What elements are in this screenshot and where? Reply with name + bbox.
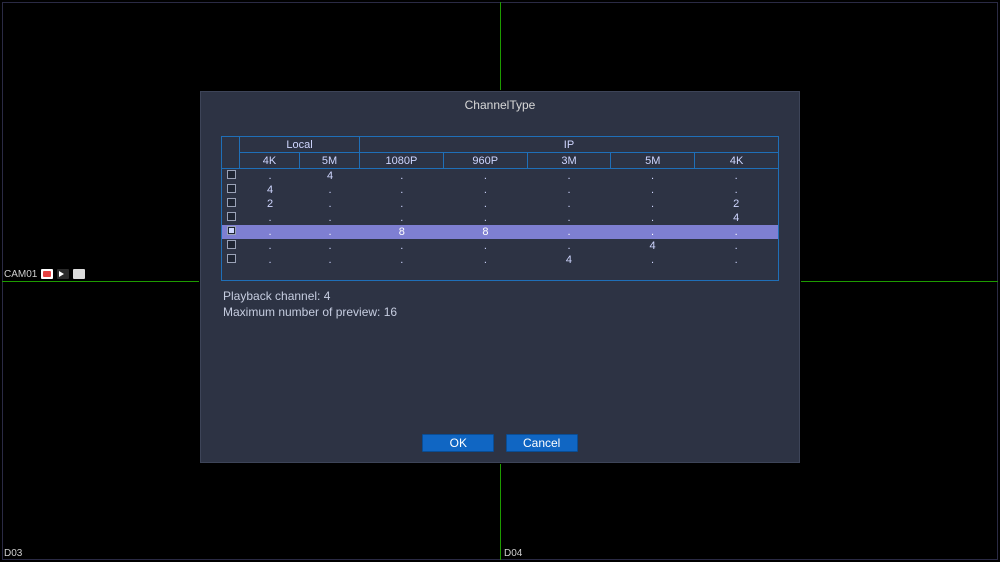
camera-label-bottom-left: D03	[4, 548, 22, 559]
table-cell: .	[444, 211, 528, 225]
table-cell: .	[611, 183, 695, 197]
record-icon	[41, 269, 53, 279]
col-960p: 960P	[443, 153, 527, 169]
table-cell: 2	[240, 197, 300, 211]
table-cell: .	[694, 183, 778, 197]
table-cell: .	[611, 211, 695, 225]
playback-channel-info: Playback channel: 4	[223, 289, 777, 303]
table-cell: .	[360, 183, 444, 197]
col-3m: 3M	[527, 153, 611, 169]
table-row[interactable]: ..88...	[222, 225, 778, 239]
info-lines: Playback channel: 4 Maximum number of pr…	[223, 289, 777, 319]
table-cell: 8	[360, 225, 444, 239]
table-cell: .	[300, 183, 360, 197]
table-cell: .	[240, 211, 300, 225]
table-cell: .	[694, 225, 778, 239]
table-cell: .	[300, 211, 360, 225]
row-checkbox[interactable]	[227, 226, 236, 235]
table-cell: .	[240, 225, 300, 239]
camera-icon	[73, 269, 85, 279]
camera-label-bottom-right: D04	[504, 548, 522, 559]
table-cell: .	[611, 253, 695, 267]
col-4k-ip: 4K	[695, 153, 779, 169]
table-cell: .	[527, 225, 611, 239]
camera-label-top-left: CAM01	[4, 269, 85, 280]
speaker-icon	[57, 269, 69, 279]
table-cell: .	[611, 225, 695, 239]
table-cell: .	[527, 197, 611, 211]
table-cell: .	[527, 183, 611, 197]
table-cell: .	[240, 253, 300, 267]
col-5m-ip: 5M	[611, 153, 695, 169]
channel-type-dialog: ChannelType Local IP 4K 5M 1080P 960P 3M…	[200, 91, 800, 463]
table-cell: .	[360, 239, 444, 253]
table-cell: .	[527, 211, 611, 225]
table-cell: 4	[240, 183, 300, 197]
table-cell: .	[300, 225, 360, 239]
table-cell: .	[360, 169, 444, 183]
table-cell: .	[611, 197, 695, 211]
table-cell: .	[300, 253, 360, 267]
table-cell: 8	[444, 225, 528, 239]
table-cell: .	[444, 183, 528, 197]
table-cell: .	[444, 197, 528, 211]
table-row[interactable]: 4......	[222, 183, 778, 197]
table-row[interactable]: .....4.	[222, 239, 778, 253]
table-cell: .	[360, 211, 444, 225]
table-cell: .	[527, 239, 611, 253]
table-cell: .	[444, 169, 528, 183]
table-row[interactable]: .4.....	[222, 169, 778, 183]
camera-status-icons	[40, 269, 85, 280]
table-row[interactable]: ....4..	[222, 253, 778, 267]
table-row[interactable]: 2.....2	[222, 197, 778, 211]
row-checkbox[interactable]	[227, 254, 236, 263]
checkbox-header	[222, 137, 240, 169]
row-checkbox[interactable]	[227, 198, 236, 207]
table-cell: .	[527, 169, 611, 183]
dialog-title: ChannelType	[201, 92, 799, 120]
header-local: Local	[240, 137, 360, 153]
table-cell: .	[360, 197, 444, 211]
table-cell: .	[240, 169, 300, 183]
ok-button[interactable]: OK	[422, 434, 494, 452]
table-cell: .	[240, 239, 300, 253]
row-checkbox[interactable]	[227, 212, 236, 221]
row-checkbox[interactable]	[227, 240, 236, 249]
channel-type-rows: .4.....4......2.....2......4..88........…	[222, 169, 778, 267]
header-ip: IP	[360, 137, 779, 153]
table-cell: 4	[300, 169, 360, 183]
table-cell: 4	[694, 211, 778, 225]
table-cell: 4	[611, 239, 695, 253]
table-cell: .	[694, 253, 778, 267]
table-cell: .	[444, 253, 528, 267]
cancel-button[interactable]: Cancel	[506, 434, 578, 452]
col-5m-local: 5M	[300, 153, 360, 169]
table-cell: .	[300, 239, 360, 253]
table-cell: 2	[694, 197, 778, 211]
table-cell: .	[694, 239, 778, 253]
col-4k-local: 4K	[240, 153, 300, 169]
row-checkbox[interactable]	[227, 184, 236, 193]
col-1080p: 1080P	[360, 153, 444, 169]
max-preview-info: Maximum number of preview: 16	[223, 305, 777, 319]
table-cell: 4	[527, 253, 611, 267]
table-cell: .	[360, 253, 444, 267]
row-checkbox[interactable]	[227, 170, 236, 179]
table-row[interactable]: ......4	[222, 211, 778, 225]
table-cell: .	[611, 169, 695, 183]
table-cell: .	[444, 239, 528, 253]
table-cell: .	[694, 169, 778, 183]
table-cell: .	[300, 197, 360, 211]
channel-type-header: Local IP 4K 5M 1080P 960P 3M 5M 4K	[221, 136, 779, 169]
